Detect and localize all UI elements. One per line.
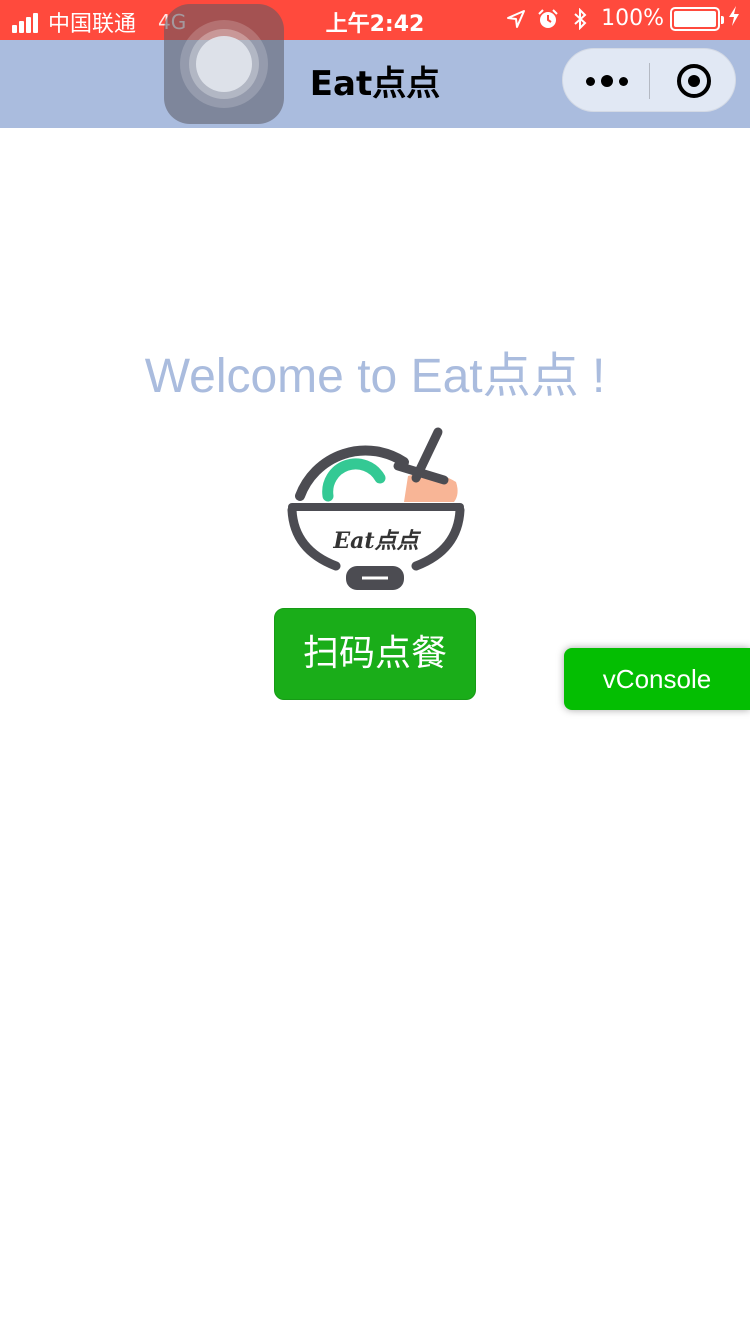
capsule-divider — [649, 63, 650, 99]
status-bar: 中国联通 4G 上午2:42 100% — [0, 0, 750, 40]
scan-order-button[interactable]: 扫码点餐 — [274, 608, 476, 700]
assistive-touch-button[interactable] — [164, 4, 284, 124]
bluetooth-icon — [569, 7, 591, 31]
welcome-text: Welcome to Eat点点 ! — [144, 350, 606, 403]
nav-bar: Eat点点 — [0, 40, 750, 128]
charging-icon — [728, 6, 740, 31]
more-icon[interactable] — [563, 49, 650, 113]
location-icon — [505, 7, 527, 31]
logo-text: Eat点点 — [332, 528, 421, 554]
alarm-icon — [537, 7, 559, 31]
vconsole-button[interactable]: vConsole — [564, 648, 750, 710]
battery-percent: 100% — [601, 6, 664, 31]
status-right: 100% — [495, 6, 740, 31]
close-mini-program-icon[interactable] — [651, 49, 737, 113]
eat-logo: Eat点点 — [287, 427, 465, 590]
capsule-menu — [562, 48, 736, 112]
battery-icon — [670, 6, 724, 31]
